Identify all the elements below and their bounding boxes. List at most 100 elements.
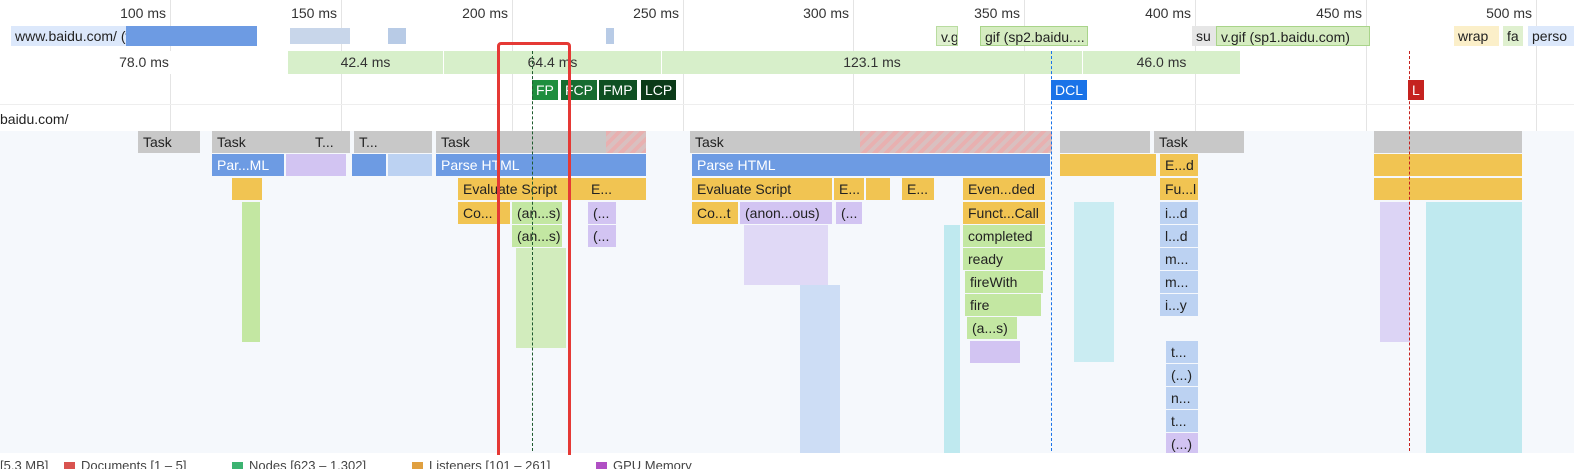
tick-label: 250 ms — [633, 5, 679, 21]
load-marker[interactable]: L — [1408, 80, 1424, 100]
documents-counter[interactable]: Documents [1 – 5] — [64, 458, 187, 469]
call-block[interactable]: (...) — [1166, 364, 1198, 386]
listeners-swatch — [412, 461, 423, 469]
function-call-block[interactable]: Funct...Call — [963, 202, 1045, 224]
frame-segment[interactable]: 46.0 ms — [1083, 51, 1240, 74]
call-block[interactable] — [388, 154, 432, 176]
network-request-small[interactable] — [606, 28, 614, 44]
nodes-counter[interactable]: Nodes [623 – 1,302] — [232, 458, 366, 469]
call-stack-column[interactable] — [1426, 202, 1522, 453]
counters-legend[interactable]: [5.3 MB] Documents [1 – 5] Nodes [623 – … — [0, 455, 1574, 469]
fire-call-block[interactable]: fire — [965, 294, 1041, 316]
call-block[interactable]: t... — [1166, 341, 1198, 363]
call-block[interactable]: i...d — [1160, 202, 1198, 224]
load-line — [1409, 51, 1410, 451]
network-request-cluster[interactable] — [388, 28, 406, 44]
anonymous-call-block[interactable]: (... — [836, 202, 862, 224]
main-thread-header[interactable]: baidu.com/ — [0, 104, 1574, 131]
parse-html-block[interactable]: Par...ML — [212, 154, 284, 176]
timeline-ruler[interactable]: 100 ms 150 ms 200 ms 250 ms 300 ms 350 m… — [0, 0, 1574, 26]
evaluate-script-block[interactable]: E... — [902, 178, 934, 200]
call-stack-column[interactable] — [800, 285, 840, 453]
function-call-block[interactable]: Fu...l — [1160, 178, 1198, 200]
network-request-document-download[interactable] — [126, 26, 257, 46]
parse-html-block[interactable] — [352, 154, 386, 176]
frame-segment[interactable]: 123.1 ms — [662, 51, 1082, 74]
js-heap-counter[interactable]: [5.3 MB] — [0, 458, 48, 469]
network-request-fa[interactable]: fa — [1503, 26, 1523, 46]
tick-label: 100 ms — [120, 5, 166, 21]
nodes-swatch — [232, 461, 243, 469]
call-block[interactable]: l...d — [1160, 225, 1198, 247]
evaluate-script-block[interactable]: E... — [586, 178, 616, 200]
call-stack-column[interactable] — [744, 225, 828, 285]
call-block[interactable]: (...) — [1166, 433, 1198, 453]
anonymous-call-block[interactable]: (anon...ous) — [740, 202, 832, 224]
parse-html-block[interactable]: Parse HTML — [692, 154, 1050, 176]
call-block[interactable] — [286, 154, 346, 176]
network-request-su[interactable]: su — [1192, 26, 1216, 46]
call-block[interactable]: i...y — [1160, 294, 1198, 316]
evaluate-script-block[interactable]: E... — [834, 178, 864, 200]
network-request-wrap[interactable]: wrap — [1454, 26, 1499, 46]
tick-label: 200 ms — [462, 5, 508, 21]
script-block[interactable] — [616, 178, 646, 200]
dcl-marker[interactable]: DCL — [1051, 80, 1088, 100]
call-block[interactable]: t... — [1166, 410, 1198, 432]
compile-block[interactable]: Co...t — [692, 202, 738, 224]
event-block[interactable]: E...d — [1160, 154, 1198, 176]
listeners-counter[interactable]: Listeners [101 – 261] — [412, 458, 550, 469]
call-block[interactable]: m... — [1160, 271, 1198, 293]
call-stack-column[interactable] — [970, 341, 1020, 363]
long-task-indicator — [606, 131, 646, 153]
gpu-swatch — [596, 461, 607, 469]
completed-call-block[interactable]: completed — [963, 225, 1045, 247]
flame-chart[interactable]: Task Task T... T... Task Task Task Par..… — [0, 131, 1574, 453]
network-request-document[interactable]: www.baidu.com/ (www.baidu.com) — [11, 26, 126, 46]
lcp-marker[interactable]: LCP — [641, 80, 677, 100]
fmp-marker[interactable]: FMP — [599, 80, 637, 100]
task-block[interactable] — [1374, 131, 1522, 153]
documents-swatch — [64, 461, 75, 469]
task-block[interactable]: Task — [138, 131, 200, 153]
gpu-counter[interactable]: GPU Memory — [596, 458, 692, 469]
call-stack-column[interactable] — [944, 225, 960, 453]
tick-label: 500 ms — [1486, 5, 1532, 21]
task-block[interactable]: T... — [310, 131, 350, 153]
network-request-gif-sp1[interactable]: v.gif (sp1.baidu.com) — [1216, 26, 1370, 46]
frame-segment[interactable]: 42.4 ms — [288, 51, 443, 74]
long-task-indicator — [860, 131, 1052, 153]
script-block[interactable] — [232, 178, 262, 200]
task-block[interactable]: Task — [1154, 131, 1244, 153]
anonymous-call-block[interactable]: (a...s) — [967, 317, 1017, 339]
network-track[interactable]: www.baidu.com/ (www.baidu.com) v.g gif (… — [0, 24, 1574, 50]
script-block[interactable] — [1060, 154, 1156, 176]
script-block[interactable] — [1374, 178, 1522, 200]
call-stack-column[interactable] — [1380, 202, 1410, 342]
evaluate-script-block[interactable]: Evaluate Script — [692, 178, 832, 200]
anonymous-call-block[interactable]: (... — [588, 225, 616, 247]
anonymous-call-block[interactable]: (... — [588, 202, 616, 224]
network-request-cluster[interactable] — [290, 28, 350, 44]
script-block[interactable] — [866, 178, 890, 200]
call-block[interactable]: n... — [1166, 387, 1198, 409]
event-dispatch-block[interactable]: Even...ded — [963, 178, 1045, 200]
task-block[interactable]: T... — [354, 131, 432, 153]
task-block[interactable]: Task — [212, 131, 310, 153]
tick-label: 400 ms — [1145, 5, 1191, 21]
task-block[interactable] — [1060, 131, 1150, 153]
call-stack-column[interactable] — [242, 202, 260, 342]
frame-segment[interactable]: 78.0 ms — [0, 51, 288, 74]
network-request-gif[interactable]: v.g — [936, 26, 958, 46]
network-request-perso[interactable]: perso — [1528, 26, 1574, 46]
network-request-gif-sp2[interactable]: gif (sp2.baidu.... — [980, 26, 1088, 46]
main-thread-url: baidu.com/ — [0, 111, 69, 127]
ready-call-block[interactable]: ready — [963, 248, 1045, 270]
call-stack-column[interactable] — [1074, 202, 1114, 362]
firewith-call-block[interactable]: fireWith — [965, 271, 1043, 293]
frames-track[interactable]: 78.0 ms 42.4 ms 64.4 ms 123.1 ms 46.0 ms — [0, 51, 1574, 75]
script-block[interactable] — [1374, 154, 1522, 176]
call-block[interactable]: m... — [1160, 248, 1198, 270]
dcl-line — [1051, 51, 1052, 451]
timings-track[interactable]: FP FCP FMP LCP DCL L — [0, 76, 1574, 104]
